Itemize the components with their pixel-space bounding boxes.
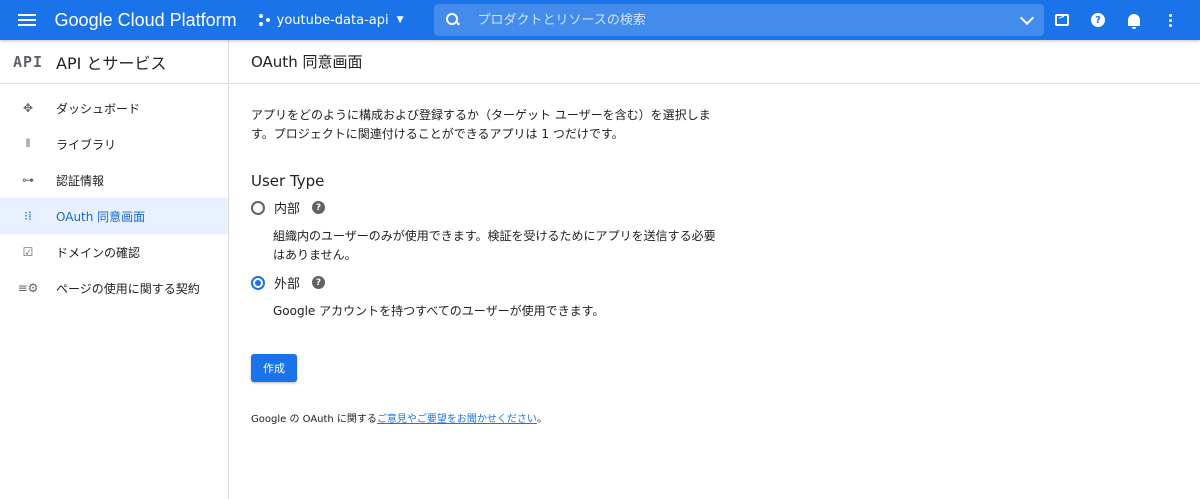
main-menu-button[interactable] — [0, 0, 55, 40]
main-content: OAuth 同意画面 アプリをどのように構成および登録するか（ターゲット ユーザ… — [230, 40, 1200, 499]
radio-label: 内部 — [274, 202, 301, 217]
sidebar-item-label: ドメインの確認 — [56, 245, 141, 260]
sidebar-header: API API とサービス — [0, 40, 228, 84]
sidebar-item-oauth-consent[interactable]: ⁝⁞ OAuth 同意画面 — [0, 198, 228, 234]
sidebar-item-label: OAuth 同意画面 — [56, 209, 146, 224]
sidebar-item-label: ライブラリ — [56, 137, 117, 152]
radio-button[interactable] — [251, 275, 265, 290]
terminal-icon — [1055, 12, 1069, 26]
sidebar-item-dashboard[interactable]: ✥ ダッシュボード — [0, 90, 228, 126]
topbar-actions: ? — [1044, 0, 1188, 40]
notifications-button[interactable] — [1116, 0, 1152, 40]
hamburger-icon — [18, 14, 37, 26]
project-icon — [258, 14, 271, 26]
search-input[interactable] — [477, 12, 1022, 28]
feedback-link[interactable]: ご意見やご要望をお聞かせください — [377, 414, 537, 425]
top-app-bar: Google Cloud Platform youtube-data-api ▼… — [0, 0, 1200, 40]
help-button[interactable]: ? — [1080, 0, 1116, 40]
radio-internal-description: 組織内のユーザーのみが使用できます。検証を受けるためにアプリを送信する必要はあり… — [273, 229, 716, 262]
sidebar-nav: ✥ ダッシュボード 𝍪 ライブラリ ⊶ 認証情報 ⁝⁞ OAuth 同意画面 ☑… — [0, 84, 228, 306]
settings-list-icon: ≡⚙ — [17, 281, 39, 295]
more-vert-icon — [1168, 13, 1172, 27]
radio-button[interactable] — [251, 200, 265, 215]
sidebar-item-library[interactable]: 𝍪 ライブラリ — [0, 126, 228, 162]
description-text: アプリをどのように構成および登録するか（ターゲット ユーザーを含む）を選択します… — [251, 108, 711, 141]
checkbox-icon: ☑ — [22, 245, 34, 259]
feedback-prefix: Google の OAuth に関する — [251, 414, 377, 425]
radio-label: 外部 — [274, 277, 301, 292]
radio-external[interactable]: 外部 ? — [251, 273, 720, 292]
radio-internal[interactable]: 内部 ? — [251, 198, 720, 217]
help-icon[interactable]: ? — [312, 276, 326, 289]
project-selector[interactable]: youtube-data-api ▼ — [258, 12, 404, 28]
sidebar-item-label: ダッシュボード — [56, 101, 141, 116]
sidebar-item-label: ページの使用に関する契約 — [56, 281, 200, 296]
consent-form: アプリをどのように構成および登録するか（ターゲット ユーザーを含む）を選択します… — [230, 84, 720, 425]
more-button[interactable] — [1152, 0, 1188, 40]
feedback-text: Google の OAuth に関するご意見やご要望をお聞かせください。 — [251, 410, 720, 425]
key-icon: ⊶ — [22, 173, 34, 187]
sidebar-title: API とサービス — [56, 53, 167, 73]
help-icon: ? — [1091, 13, 1105, 27]
cloud-shell-button[interactable] — [1044, 0, 1080, 40]
sidebar: API API とサービス ✥ ダッシュボード 𝍪 ライブラリ ⊶ 認証情報 ⁝… — [0, 40, 229, 499]
feedback-suffix: 。 — [536, 414, 547, 425]
search-icon — [445, 13, 460, 27]
sidebar-item-label: 認証情報 — [56, 173, 105, 188]
search-bar[interactable] — [433, 4, 1044, 36]
sidebar-item-credentials[interactable]: ⊶ 認証情報 — [0, 162, 228, 198]
project-name: youtube-data-api — [276, 12, 389, 28]
caret-down-icon: ▼ — [396, 15, 404, 25]
api-logo: API — [12, 52, 44, 71]
sidebar-item-page-usage-agreements[interactable]: ≡⚙ ページの使用に関する契約 — [0, 270, 228, 306]
chevron-down-icon[interactable] — [1019, 10, 1035, 25]
library-icon: 𝍪 — [25, 135, 31, 150]
radio-external-description: Google アカウントを持つすべてのユーザーが使用できます。 — [273, 304, 605, 318]
page-title: OAuth 同意画面 — [230, 40, 1200, 84]
consent-icon: ⁝⁞ — [24, 209, 32, 223]
user-type-heading: User Type — [251, 172, 325, 190]
sidebar-item-domain-verification[interactable]: ☑ ドメインの確認 — [0, 234, 228, 270]
brand-title[interactable]: Google Cloud Platform — [55, 10, 237, 31]
help-icon[interactable]: ? — [312, 201, 326, 214]
create-button[interactable]: 作成 — [251, 354, 297, 382]
dashboard-icon: ✥ — [22, 101, 34, 115]
bell-icon — [1128, 14, 1140, 29]
